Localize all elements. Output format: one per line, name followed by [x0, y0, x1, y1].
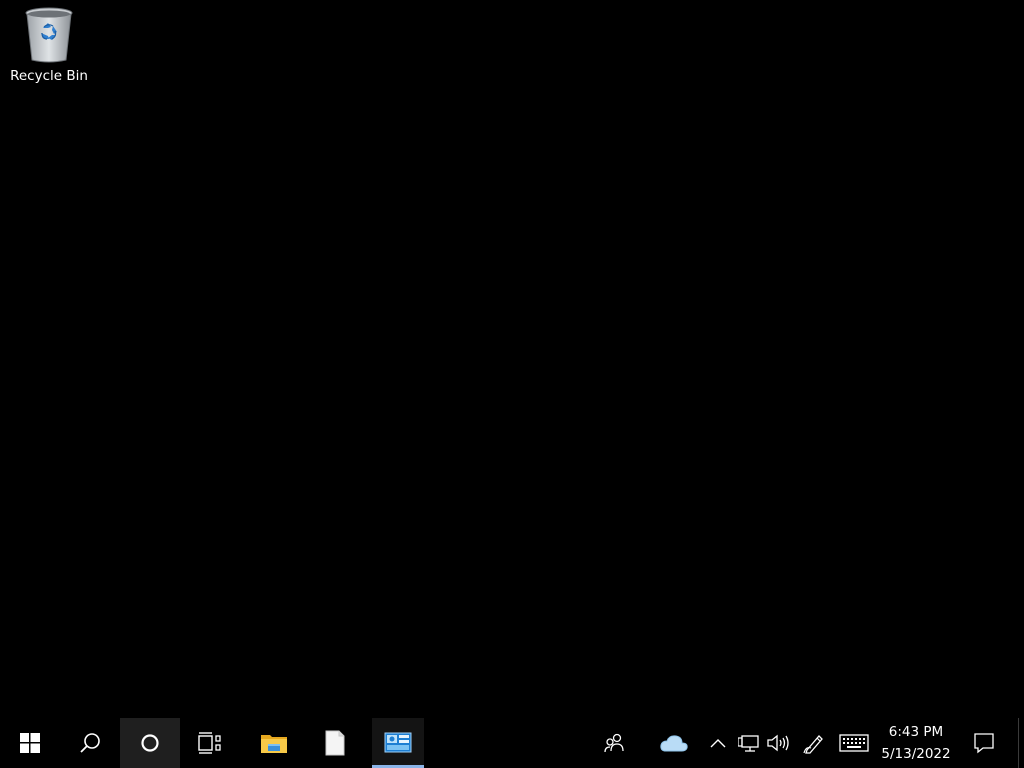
show-hidden-icons-button[interactable] — [706, 718, 730, 768]
start-button[interactable] — [0, 718, 60, 768]
task-view-button[interactable] — [180, 718, 240, 768]
people-icon — [604, 733, 624, 753]
desktop-icon-recycle-bin[interactable]: Recycle Bin — [6, 6, 92, 92]
volume-icon — [767, 734, 789, 752]
recycle-bin-icon — [25, 7, 73, 63]
action-center-button[interactable] — [962, 718, 1006, 768]
action-center-icon — [974, 733, 994, 754]
clock[interactable]: 6:43 PM 5/13/2022 — [874, 718, 958, 768]
cortana-icon — [141, 734, 159, 752]
clock-time: 6:43 PM — [888, 724, 944, 740]
windows-logo-icon — [20, 733, 40, 753]
taskbar-app-control-panel[interactable] — [372, 718, 424, 768]
volume-button[interactable] — [764, 718, 792, 768]
onedrive-button[interactable] — [654, 718, 694, 768]
search-icon — [80, 733, 100, 753]
pen-icon — [803, 735, 823, 754]
taskbar-app-notepad[interactable] — [306, 718, 364, 768]
desktop[interactable]: Recycle Bin — [0, 0, 1024, 718]
people-button[interactable] — [596, 718, 632, 768]
touch-keyboard-icon — [839, 734, 869, 752]
chevron-up-icon — [710, 739, 726, 748]
control-panel-icon — [384, 732, 412, 753]
cortana-button[interactable] — [120, 718, 180, 768]
taskbar: 6:43 PM 5/13/2022 — [0, 718, 1024, 768]
cloud-icon — [660, 735, 688, 752]
network-icon — [738, 735, 759, 752]
desktop-icon-label: Recycle Bin — [10, 68, 88, 84]
touch-keyboard-button[interactable] — [836, 718, 872, 768]
search-button[interactable] — [60, 718, 120, 768]
blank-document-icon — [325, 730, 345, 756]
windows-ink-button[interactable] — [800, 718, 828, 768]
show-desktop-button[interactable] — [1018, 718, 1024, 768]
folder-icon — [261, 735, 287, 753]
taskbar-app-file-explorer[interactable] — [244, 718, 304, 768]
task-view-icon — [198, 732, 221, 754]
clock-date: 5/13/2022 — [881, 746, 951, 762]
network-button[interactable] — [736, 718, 762, 768]
